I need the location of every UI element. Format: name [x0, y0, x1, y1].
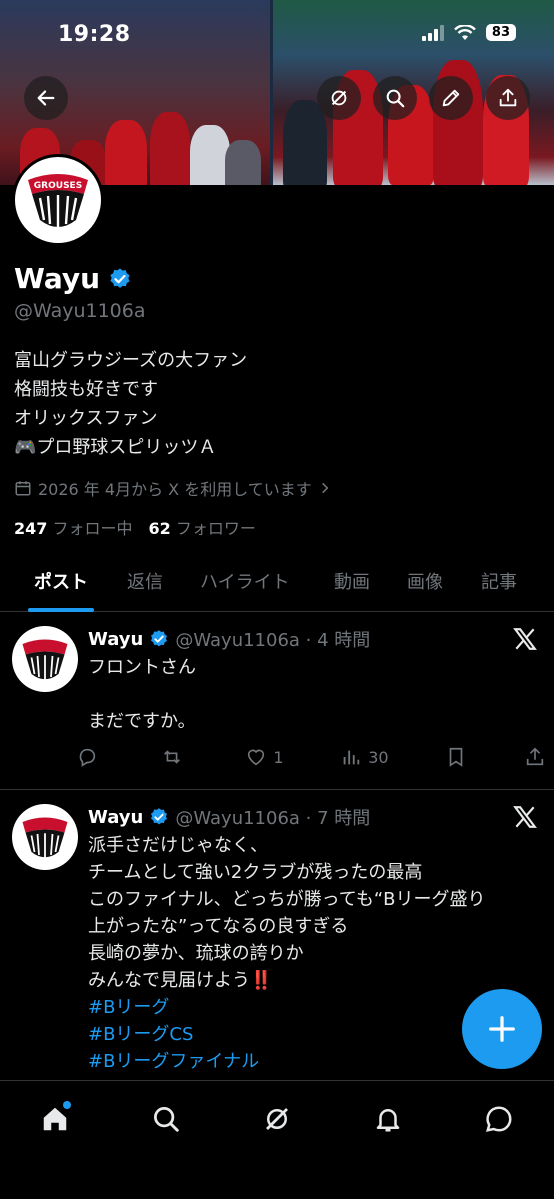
grouses-logo-icon — [22, 817, 68, 858]
battery-indicator: 83 — [485, 24, 516, 41]
post-actions: 1 30 — [76, 746, 546, 768]
bio-line: オリックスファン — [14, 408, 158, 429]
grok-icon — [331, 90, 347, 106]
post-meta: @Wayu1106a · 7 時間 — [175, 808, 371, 829]
tab-highlights[interactable]: ハイライト — [200, 560, 290, 612]
post-line: チームとして強い2クラブが残ったの最高 — [88, 862, 423, 883]
followers-count: 62 — [148, 519, 171, 538]
svg-text:GROUSES: GROUSES — [34, 181, 82, 191]
search-icon — [386, 89, 405, 108]
reply-icon — [79, 748, 96, 767]
profile-handle: @Wayu1106a — [14, 300, 146, 322]
post-line: 上がったな”ってなるの良すぎる — [88, 916, 349, 937]
bio-line: 🎮プロ野球スピリッツＡ — [14, 437, 217, 458]
profile-tabs: ポスト 返信 ハイライト 動画 画像 記事 — [0, 560, 554, 612]
pencil-icon — [442, 89, 460, 107]
post-line: 長崎の夢か、琉球の誇りか — [88, 943, 304, 964]
grouses-logo-icon — [22, 639, 68, 680]
tab-images[interactable]: 画像 — [407, 560, 443, 612]
reply-button[interactable] — [76, 746, 104, 768]
nav-notifications[interactable] — [368, 1099, 408, 1139]
bookmark-button[interactable] — [445, 746, 467, 768]
post-text: フロントさん まだですか。 — [88, 654, 542, 735]
nav-messages[interactable] — [479, 1099, 519, 1139]
calendar-icon — [15, 481, 31, 496]
tab-videos[interactable]: 動画 — [334, 560, 370, 612]
share-post-button[interactable] — [524, 746, 546, 768]
status-time: 19:28 — [58, 22, 131, 47]
following-count: 247 — [14, 519, 48, 538]
nav-grok[interactable] — [257, 1099, 297, 1139]
grok-button[interactable] — [317, 76, 361, 120]
post-avatar[interactable] — [12, 804, 78, 870]
repost-button[interactable] — [161, 746, 189, 768]
wifi-icon — [454, 24, 476, 40]
following-label: フォロー中 — [52, 519, 133, 538]
signal-icon — [421, 24, 444, 41]
search-button[interactable] — [373, 76, 417, 120]
profile-name-row: Wayu — [14, 262, 132, 295]
back-button[interactable] — [24, 76, 68, 120]
like-count: 1 — [273, 747, 284, 767]
post-author-name[interactable]: Wayu — [88, 807, 143, 828]
nav-search[interactable] — [146, 1099, 186, 1139]
verified-badge-icon[interactable] — [108, 267, 132, 291]
like-button[interactable]: 1 — [245, 746, 284, 768]
tab-articles[interactable]: 記事 — [481, 560, 517, 612]
tab-replies[interactable]: 返信 — [127, 560, 163, 612]
bell-icon — [376, 1109, 400, 1132]
compose-post-button[interactable] — [462, 989, 542, 1069]
joined-date[interactable]: 2026 年 4月から X を利用しています — [14, 476, 332, 500]
post-avatar[interactable] — [12, 626, 78, 692]
verified-badge-icon — [151, 630, 168, 647]
bookmark-icon — [449, 747, 463, 767]
status-icons: 83 — [421, 24, 516, 41]
nav-home[interactable] — [35, 1099, 75, 1139]
followers-link[interactable]: 62 フォロワー — [149, 515, 256, 539]
bottom-navigation — [0, 1080, 554, 1199]
profile-banner[interactable]: 19:28 83 — [0, 0, 554, 185]
post-meta: @Wayu1106a · 4 時間 — [175, 630, 371, 651]
post-author-name[interactable]: Wayu — [88, 629, 143, 650]
follow-stats: 247 フォロー中 62 フォロワー — [14, 515, 256, 539]
plus-icon — [489, 1016, 515, 1042]
chevron-right-icon — [321, 482, 329, 494]
post-line: まだですか。 — [88, 711, 196, 732]
x-logo-icon[interactable] — [512, 804, 538, 830]
search-icon — [154, 1107, 179, 1132]
grok-icon — [266, 1108, 288, 1130]
view-count: 30 — [368, 747, 389, 767]
profile-bio: 富山グラウジーズの大ファン 格闘技も好きです オリックスファン 🎮プロ野球スピリ… — [14, 346, 247, 462]
post-line: フロントさん — [88, 657, 196, 678]
post-line: このファイナル、どっちが勝っても“Bリーグ盛り — [88, 889, 486, 910]
tab-posts[interactable]: ポスト — [28, 560, 94, 612]
post-item[interactable]: Wayu @Wayu1106a · 4 時間 フロントさん まだですか。 1 3… — [0, 612, 554, 790]
views-button[interactable]: 30 — [340, 746, 389, 768]
post-line: みんなで見届けよう‼️ — [88, 970, 273, 991]
repost-icon — [163, 750, 180, 764]
share-icon — [499, 88, 517, 107]
post-line-blank — [88, 681, 542, 708]
views-icon — [343, 750, 360, 765]
x-logo-icon[interactable] — [512, 626, 538, 652]
heart-icon — [248, 749, 265, 766]
bio-line: 富山グラウジーズの大ファン — [14, 350, 248, 371]
following-link[interactable]: 247 フォロー中 — [14, 515, 133, 539]
joined-text: 2026 年 4月から X を利用しています — [38, 480, 312, 499]
grouses-logo-icon: GROUSES — [28, 174, 88, 228]
followers-label: フォロワー — [175, 519, 256, 538]
profile-avatar[interactable]: GROUSES — [12, 154, 104, 246]
back-arrow-icon — [37, 90, 55, 106]
bio-line: 格闘技も好きです — [14, 379, 158, 400]
share-icon — [526, 747, 544, 766]
post-line: 派手さだけじゃなく、 — [88, 835, 268, 856]
verified-badge-icon — [151, 808, 168, 825]
chat-icon — [485, 1106, 511, 1132]
edit-button[interactable] — [429, 76, 473, 120]
share-button[interactable] — [486, 76, 530, 120]
profile-name: Wayu — [14, 262, 101, 295]
